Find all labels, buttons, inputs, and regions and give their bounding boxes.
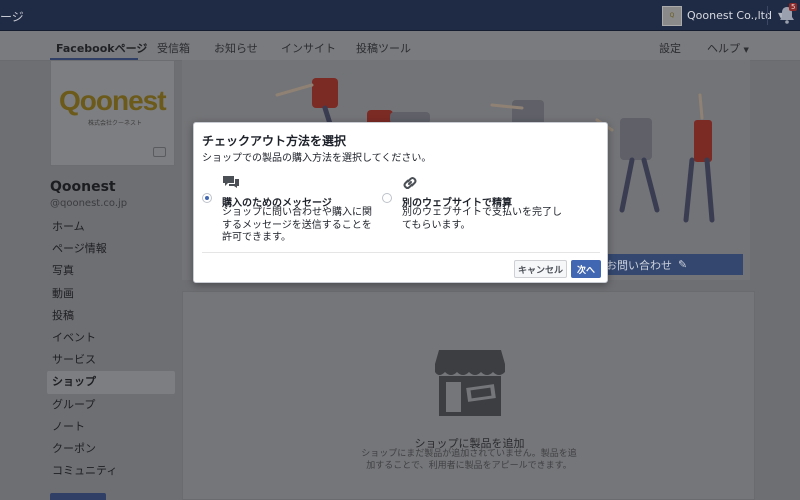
sidebar-item-shop[interactable]: ショップ: [47, 371, 175, 394]
sidebar-item-about[interactable]: ページ情報: [47, 238, 175, 260]
tab-facebook-page[interactable]: Facebookページ: [56, 40, 147, 56]
company-logo-subtitle: 株式会社クーネスト: [88, 120, 143, 127]
option-message-description: ショップに問い合わせや購入に関するメッセージを送信することを許可できます。: [222, 207, 372, 243]
top-bar-divider: [767, 6, 768, 25]
dialog-divider: [202, 252, 600, 253]
account-name: Qoonest Co.,ltd: [687, 9, 772, 22]
account-avatar: Q: [662, 5, 682, 26]
storefront-icon: [435, 350, 505, 416]
sidebar-action-button[interactable]: [50, 493, 106, 500]
tab-publishing-tools[interactable]: 投稿ツール: [356, 40, 411, 56]
sidebar-item-home[interactable]: ホーム: [47, 216, 175, 238]
profile-picture[interactable]: Qoonest 株式会社クーネスト: [50, 60, 175, 166]
cancel-button[interactable]: キャンセル: [514, 260, 567, 278]
help-menu[interactable]: ヘルプ ▼: [707, 40, 749, 56]
next-button[interactable]: 次へ: [571, 260, 601, 278]
camera-icon[interactable]: [153, 147, 166, 157]
contact-button[interactable]: お問い合わせ ✎: [592, 254, 743, 275]
tab-notifications[interactable]: お知らせ: [214, 40, 258, 56]
contact-button-label: お問い合わせ: [606, 258, 672, 272]
shop-empty-card: ショップに製品を追加 ショップにまだ製品が追加されていません。製品を追加すること…: [182, 291, 755, 500]
tab-settings[interactable]: 設定: [659, 40, 681, 56]
sidebar-item-services[interactable]: サービス: [47, 349, 175, 371]
option-website-description: 別のウェブサイトで支払いを完了してもらいます。: [402, 207, 562, 231]
sidebar-item-photos[interactable]: 写真: [47, 260, 175, 282]
link-icon: [403, 177, 417, 189]
radio-website-checkout[interactable]: [382, 193, 392, 203]
top-bar: ージ Q Qoonest Co.,ltd ▼ 5: [0, 0, 800, 31]
shop-empty-description: ショップにまだ製品が追加されていません。製品を追加することで、利用者に製品をアピ…: [361, 449, 577, 471]
chat-bubbles-icon: [223, 176, 239, 188]
sidebar-item-community[interactable]: コミュニティ: [47, 460, 175, 482]
sidebar-item-coupons[interactable]: クーポン: [47, 438, 175, 460]
sidebar-item-notes[interactable]: ノート: [47, 416, 175, 438]
sidebar-item-events[interactable]: イベント: [47, 327, 175, 349]
chevron-down-icon: ▼: [743, 46, 749, 54]
account-switcher[interactable]: Q Qoonest Co.,ltd ▼: [662, 5, 784, 26]
page-nav: Facebookページ 受信箱 お知らせ インサイト 投稿ツール 設定 ヘルプ …: [0, 31, 800, 61]
checkout-method-dialog: チェックアウト方法を選択 ショップでの製品の購入方法を選択してください。 購入の…: [193, 122, 608, 283]
notification-badge: 5: [789, 3, 798, 11]
tab-insights[interactable]: インサイト: [281, 40, 336, 56]
sidebar-item-posts[interactable]: 投稿: [47, 305, 175, 327]
sidebar-item-groups[interactable]: グループ: [47, 394, 175, 416]
dialog-title: チェックアウト方法を選択: [202, 134, 347, 148]
pencil-icon: ✎: [678, 258, 688, 271]
page-name[interactable]: Qoonest: [50, 179, 116, 195]
top-bar-title: ージ: [0, 10, 24, 24]
help-label: ヘルプ: [707, 42, 740, 55]
company-logo: Qoonest: [59, 85, 167, 116]
page-handle[interactable]: @qoonest.co.jp: [50, 198, 127, 209]
radio-message-checkout[interactable]: [202, 193, 212, 203]
dialog-subtitle: ショップでの製品の購入方法を選択してください。: [202, 153, 432, 164]
sidebar-menu: ホーム ページ情報 写真 動画 投稿 イベント サービス ショップ グループ ノ…: [47, 216, 175, 482]
sidebar-item-videos[interactable]: 動画: [47, 283, 175, 305]
tab-inbox[interactable]: 受信箱: [157, 40, 190, 56]
